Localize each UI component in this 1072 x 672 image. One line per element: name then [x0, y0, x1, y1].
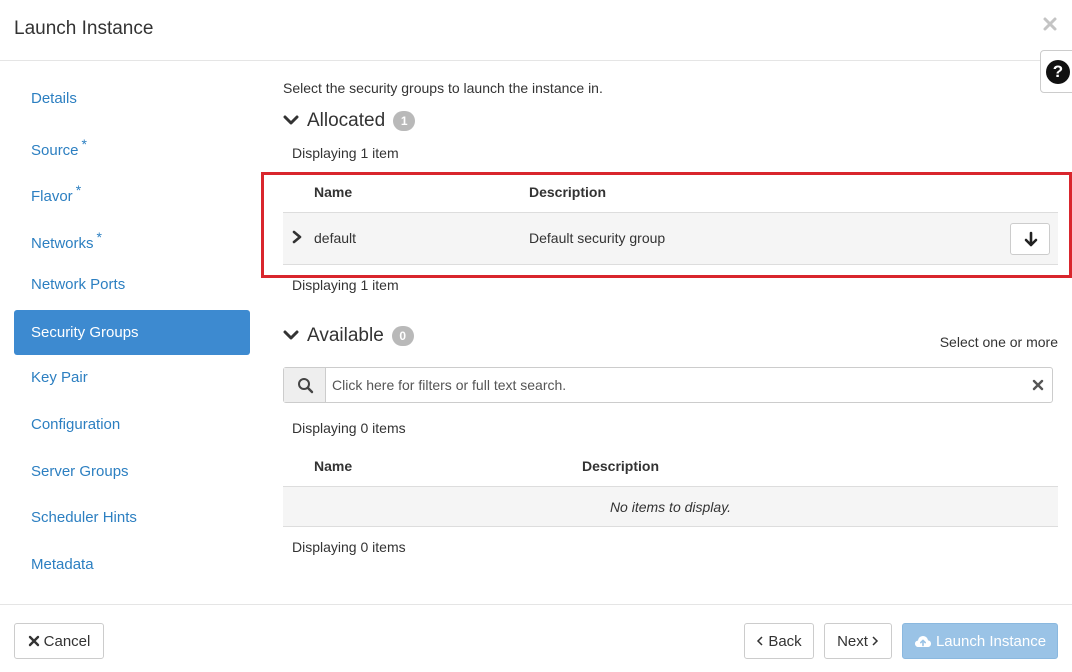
row-name: default — [314, 230, 357, 246]
sidebar-item-label: Server Groups — [31, 463, 129, 480]
sidebar-item-label: Flavor — [31, 188, 73, 205]
chevron-down-icon — [283, 110, 301, 132]
sidebar-item-server-groups[interactable]: Server Groups — [14, 449, 250, 494]
sidebar-item-label: Scheduler Hints — [31, 509, 137, 526]
empty-message: No items to display. — [283, 487, 1058, 527]
sidebar-item-label: Security Groups — [31, 324, 139, 341]
table-row: default Default security group — [283, 213, 1058, 265]
sidebar-item-source[interactable]: Source * — [14, 122, 250, 167]
sidebar-item-networks[interactable]: Networks * — [14, 215, 250, 260]
available-table-header: Name Description — [283, 446, 1058, 488]
required-marker: * — [96, 229, 102, 245]
cancel-label: Cancel — [43, 632, 91, 650]
available-heading[interactable]: Available 0 — [283, 325, 414, 347]
sidebar-item-label: Details — [31, 90, 77, 107]
close-icon — [28, 635, 39, 647]
sidebar-item-network-ports[interactable]: Network Ports — [14, 262, 250, 307]
sidebar-item-label: Key Pair — [31, 369, 88, 386]
sidebar-item-configuration[interactable]: Configuration — [14, 402, 250, 447]
sidebar-item-flavor[interactable]: Flavor * — [14, 168, 250, 213]
select-hint: Select one or more — [939, 334, 1058, 350]
allocated-heading-label: Allocated — [307, 110, 386, 131]
chevron-left-icon — [757, 636, 763, 646]
arrow-down-icon — [1024, 231, 1038, 247]
sidebar-item-label: Network Ports — [31, 276, 126, 293]
sidebar-item-key-pair[interactable]: Key Pair — [14, 355, 250, 400]
search-input[interactable] — [326, 368, 1016, 402]
chevron-right-icon — [872, 636, 878, 646]
available-displaying-top: Displaying 0 items — [292, 420, 406, 436]
sidebar-item-details[interactable]: Details — [14, 76, 250, 121]
back-button[interactable]: Back — [744, 623, 814, 659]
allocated-table-header: Name Description — [283, 172, 1058, 214]
search-icon — [284, 368, 326, 402]
next-label: Next — [837, 632, 868, 650]
modal-title: Launch Instance — [14, 18, 154, 39]
deallocate-button[interactable] — [1010, 223, 1050, 255]
available-heading-label: Available — [307, 325, 384, 346]
close-icon[interactable] — [1042, 12, 1058, 38]
launch-instance-label: Launch Instance — [935, 632, 1047, 650]
launch-instance-button[interactable]: Launch Instance — [902, 623, 1058, 659]
chevron-down-icon — [283, 325, 301, 347]
allocated-heading[interactable]: Allocated 1 — [283, 110, 416, 132]
allocated-displaying-bottom: Displaying 1 item — [292, 277, 399, 293]
sidebar-item-metadata[interactable]: Metadata — [14, 542, 250, 587]
chevron-right-icon[interactable] — [291, 230, 305, 246]
required-marker: * — [75, 182, 82, 198]
sidebar-item-security-groups[interactable]: Security Groups — [14, 310, 250, 355]
available-count-badge: 0 — [391, 326, 414, 346]
column-header-name: Name — [314, 184, 353, 200]
available-displaying-bottom: Displaying 0 items — [292, 539, 406, 555]
sidebar-item-label: Configuration — [31, 416, 121, 433]
column-header-name: Name — [314, 458, 353, 474]
sidebar-item-label: Source — [31, 142, 79, 159]
help-button[interactable]: ? — [1040, 50, 1072, 93]
column-header-description: Description — [529, 184, 607, 200]
allocated-count-badge: 1 — [393, 111, 416, 131]
modal-header: Launch Instance — [0, 0, 1072, 61]
question-icon: ? — [1046, 60, 1070, 84]
allocated-displaying-top: Displaying 1 item — [292, 145, 399, 161]
required-marker: * — [81, 136, 87, 152]
sidebar-item-scheduler-hints[interactable]: Scheduler Hints — [14, 495, 250, 540]
sidebar-item-label: Networks — [31, 235, 94, 252]
cancel-button[interactable]: Cancel — [14, 623, 104, 659]
intro-text: Select the security groups to launch the… — [283, 80, 603, 96]
next-button[interactable]: Next — [824, 623, 892, 659]
modal-footer: Cancel Back Next Launch Instance — [0, 604, 1072, 672]
search-bar — [283, 367, 1053, 403]
column-header-description: Description — [582, 458, 660, 474]
cloud-upload-icon — [914, 636, 931, 647]
row-description: Default security group — [529, 230, 666, 246]
clear-search-icon[interactable] — [1032, 378, 1044, 391]
sidebar-item-label: Metadata — [31, 556, 94, 573]
back-label: Back — [768, 632, 802, 650]
